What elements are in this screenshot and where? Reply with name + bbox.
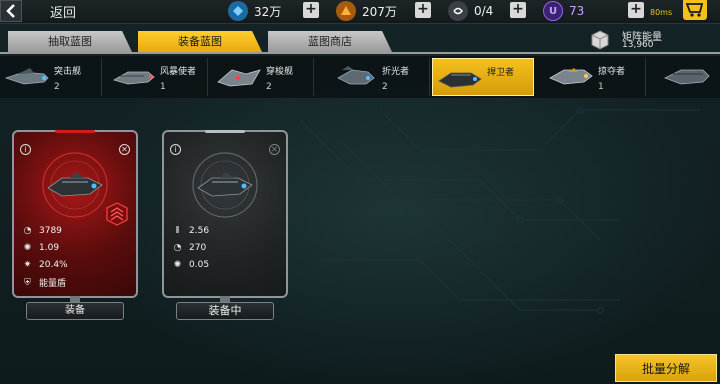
stat-value: 能量盾 — [39, 279, 67, 289]
shop-cart-button[interactable] — [683, 0, 707, 20]
ship-count: 2 — [382, 82, 388, 92]
stat-row: ✷ 20.4% — [22, 259, 68, 270]
ship-item-refractor[interactable]: 折光者 2 — [328, 58, 430, 96]
ship-name: 风暴使者 — [160, 67, 197, 77]
stat-row: ◔ 270 — [172, 242, 207, 253]
ship-icon — [337, 66, 375, 85]
add-premium-button[interactable]: + — [628, 2, 644, 18]
resource-crystal: 32万 — [228, 0, 281, 22]
ship-count: 2 — [266, 82, 272, 92]
cart-icon — [685, 3, 704, 17]
blueprint-card[interactable]: i ✕ ◔ 3789 ✺ 1.09 ✷ 20.4% ⛨ 能量盾 装备 — [12, 130, 138, 322]
ship-item-partial[interactable] — [652, 58, 720, 96]
top-bar: 返回 32万 + 207万 + 0/4 + U 73 + 80ms — [0, 0, 720, 24]
stat-row: ⦀ 2.56 — [172, 225, 210, 236]
info-icon[interactable]: i — [170, 144, 181, 155]
armor-icon: ◔ — [173, 242, 182, 253]
ammo-icon: ⦀ — [175, 225, 180, 236]
purple-u-icon: U — [543, 1, 563, 21]
add-stamina-button[interactable]: + — [510, 2, 526, 18]
resource-stamina: 0/4 — [448, 0, 493, 22]
back-label[interactable]: 返回 — [50, 2, 76, 21]
premium-amount: 73 — [569, 4, 585, 18]
tab-underline — [0, 52, 720, 54]
add-crystal-button[interactable]: + — [303, 2, 319, 18]
stamina-icon — [448, 1, 468, 21]
ship-count: 1 — [598, 82, 604, 92]
shield-icon: ⛨ — [24, 277, 31, 288]
stamina-amount: 0/4 — [474, 4, 494, 18]
stat-row: ◔ 3789 — [22, 225, 62, 236]
ship-icon — [4, 68, 49, 85]
stat-row: ✺ 1.09 — [22, 242, 59, 253]
ship-count: 2 — [54, 82, 60, 92]
ping-indicator: 80ms — [650, 8, 673, 17]
chevron-left-icon — [6, 4, 15, 18]
stat-value: 3789 — [39, 225, 62, 236]
stat-value: 270 — [189, 242, 207, 253]
ship-icon — [112, 71, 155, 85]
ship-item-shuttle[interactable]: 穿梭舰 2 — [212, 58, 314, 96]
tab-equip-blueprint[interactable]: 装备蓝图 — [138, 31, 262, 52]
close-icon[interactable]: ✕ — [119, 144, 130, 155]
gear-stat-icon: ✺ — [173, 259, 182, 270]
resource-gold: 207万 — [336, 0, 397, 22]
gear-stat-icon: ✺ — [23, 242, 32, 253]
ship-item-plunderer[interactable]: 掠夺者 1 — [544, 58, 646, 96]
ship-item-defender[interactable]: 捍卫者 — [432, 58, 534, 96]
rarity-bar — [55, 130, 95, 133]
ship-portrait — [42, 152, 108, 218]
stat-row: ✺ 0.05 — [172, 259, 209, 270]
equipped-button[interactable]: 装备中 — [176, 302, 274, 320]
bulk-dismantle-button[interactable]: 批量分解 — [615, 354, 717, 382]
tab-blueprint-shop[interactable]: 蓝图商店 — [268, 31, 392, 52]
ship-icon — [664, 69, 710, 85]
ship-type-row: 突击舰 2 风暴使者 1 穿梭舰 2 折光者 2 捍卫者 掠夺者 1 — [0, 56, 720, 98]
blueprint-card[interactable]: i ✕ ⦀ 2.56 ◔ 270 ✺ 0.05 装备中 — [162, 130, 288, 322]
rank-chevrons-icon — [106, 202, 128, 226]
ship-icon — [549, 68, 593, 85]
cube-icon — [591, 30, 609, 50]
ship-icon — [217, 69, 261, 87]
tab-draw-blueprint[interactable]: 抽取蓝图 — [8, 31, 132, 52]
rarity-bar — [205, 130, 245, 133]
stat-value: 20.4% — [39, 259, 68, 270]
ship-name: 突击舰 — [54, 67, 82, 77]
ship-name: 掠夺者 — [598, 67, 626, 77]
ship-name: 折光者 — [382, 67, 410, 77]
ship-item-assault[interactable]: 突击舰 2 — [0, 58, 102, 96]
ship-icon — [438, 72, 482, 88]
add-gold-button[interactable]: + — [415, 2, 431, 18]
ship-portrait — [192, 152, 258, 218]
stat-value: 2.56 — [189, 225, 210, 236]
blue-crystal-icon — [228, 1, 248, 21]
ship-item-storm[interactable]: 风暴使者 1 — [106, 58, 208, 96]
ship-count: 1 — [160, 82, 166, 92]
armor-icon: ◔ — [23, 225, 32, 236]
matrix-energy-value: 13,960 — [622, 40, 654, 50]
stat-value: 0.05 — [189, 259, 210, 270]
stat-row: ⛨ 能量盾 — [22, 276, 67, 290]
resource-premium: U 73 — [543, 0, 584, 22]
gold-triangle-icon — [336, 1, 356, 21]
close-icon[interactable]: ✕ — [269, 144, 280, 155]
info-icon[interactable]: i — [20, 144, 31, 155]
burst-icon: ✷ — [23, 259, 32, 270]
gold-amount: 207万 — [362, 4, 397, 19]
ship-name: 穿梭舰 — [266, 67, 294, 77]
back-button[interactable] — [0, 0, 22, 22]
equip-button[interactable]: 装备 — [26, 302, 124, 320]
stat-value: 1.09 — [39, 242, 60, 253]
crystal-amount: 32万 — [254, 4, 282, 19]
ship-name: 捍卫者 — [487, 68, 515, 78]
